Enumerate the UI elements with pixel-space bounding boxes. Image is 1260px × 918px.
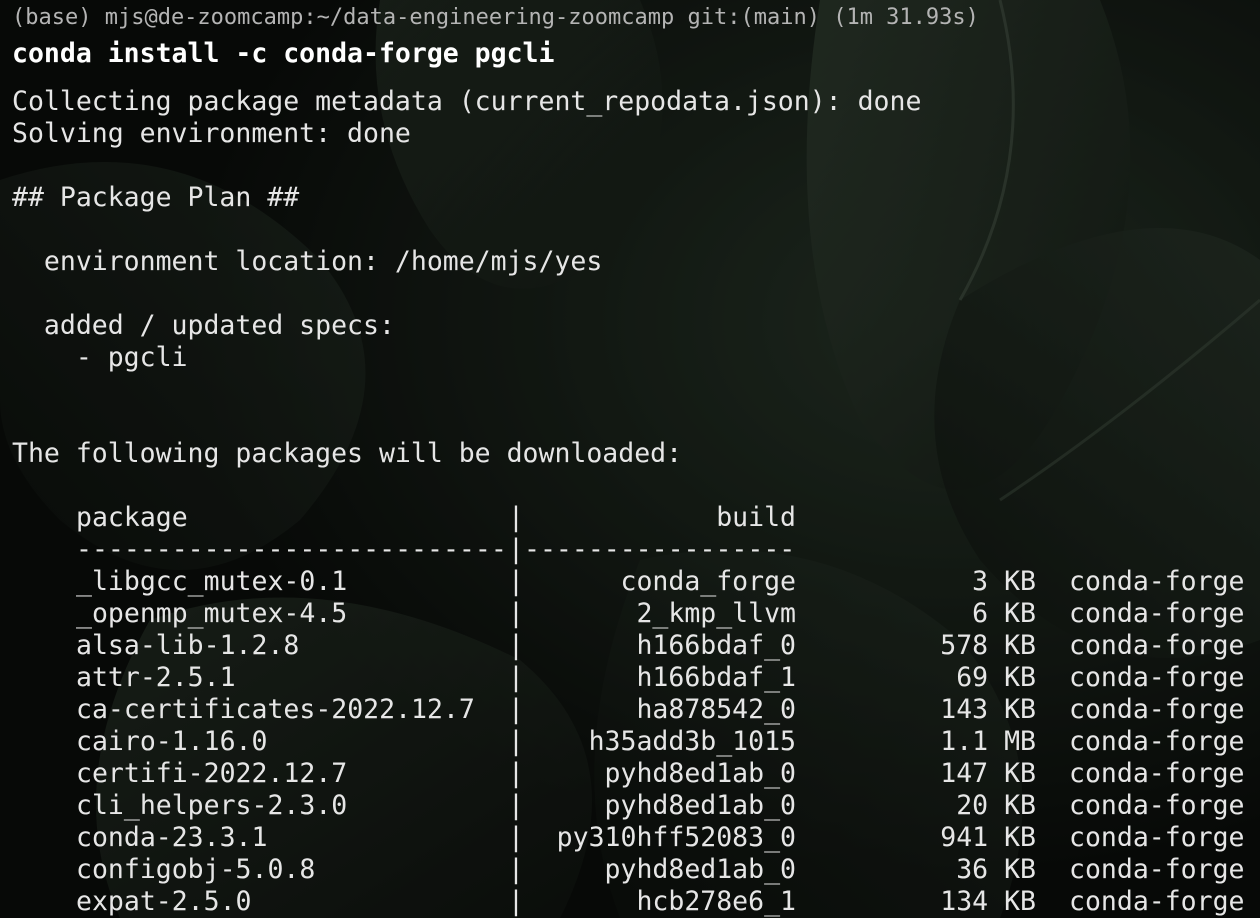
table-header-divider: | xyxy=(508,502,524,533)
column-divider: | xyxy=(508,854,524,885)
output-line: The following packages will be downloade… xyxy=(12,438,683,469)
package-build: py310hff52083_0 xyxy=(556,822,796,853)
table-separator-divider: | xyxy=(508,534,524,565)
package-build: ha878542_0 xyxy=(636,694,796,725)
package-name: cairo-1.16.0 xyxy=(76,726,268,757)
table-separator-build: ----------------- xyxy=(524,534,796,565)
package-build: pyhd8ed1ab_0 xyxy=(604,854,796,885)
package-name: alsa-lib-1.2.8 xyxy=(76,630,300,661)
package-size: 941 KB xyxy=(940,822,1036,853)
package-channel: conda-forge xyxy=(1069,854,1245,885)
package-size: 147 KB xyxy=(940,758,1036,789)
package-name: _openmp_mutex-4.5 xyxy=(76,598,348,629)
package-channel: conda-forge xyxy=(1069,822,1245,853)
command-line: conda install -c conda-forge pgcli xyxy=(12,38,555,69)
package-size: 3 KB xyxy=(972,566,1036,597)
table-separator-package: --------------------------- xyxy=(76,534,507,565)
package-build: h166bdaf_1 xyxy=(636,662,796,693)
column-divider: | xyxy=(508,662,524,693)
package-size: 134 KB xyxy=(940,886,1036,917)
package-build: 2_kmp_llvm xyxy=(636,598,796,629)
package-channel: conda-forge xyxy=(1069,790,1245,821)
column-divider: | xyxy=(508,630,524,661)
package-channel: conda-forge xyxy=(1069,598,1245,629)
package-channel: conda-forge xyxy=(1069,726,1245,757)
column-divider: | xyxy=(508,598,524,629)
column-divider: | xyxy=(508,566,524,597)
package-size: 578 KB xyxy=(940,630,1036,661)
package-channel: conda-forge xyxy=(1069,758,1245,789)
package-channel: conda-forge xyxy=(1069,886,1245,917)
output-line: Collecting package metadata (current_rep… xyxy=(12,86,922,117)
package-name: expat-2.5.0 xyxy=(76,886,252,917)
package-name: certifi-2022.12.7 xyxy=(76,758,348,789)
column-divider: | xyxy=(508,822,524,853)
table-header-build: build xyxy=(716,502,796,533)
package-name: attr-2.5.1 xyxy=(76,662,236,693)
package-build: conda_forge xyxy=(620,566,797,597)
package-build: hcb278e6_1 xyxy=(636,886,796,917)
column-divider: | xyxy=(508,886,524,917)
package-size: 20 KB xyxy=(956,790,1036,821)
package-channel: conda-forge xyxy=(1069,566,1245,597)
package-channel: conda-forge xyxy=(1069,694,1245,725)
output-line: - pgcli xyxy=(12,342,188,373)
output-line: added / updated specs: xyxy=(12,310,395,341)
package-name: conda-23.3.1 xyxy=(76,822,268,853)
column-divider: | xyxy=(508,726,524,757)
package-size: 36 KB xyxy=(956,854,1036,885)
package-build: pyhd8ed1ab_0 xyxy=(604,758,796,789)
output-line: environment location: /home/mjs/yes xyxy=(12,246,603,277)
package-build: h166bdaf_0 xyxy=(636,630,796,661)
package-size: 69 KB xyxy=(956,662,1036,693)
output-line: Solving environment: done xyxy=(12,118,411,149)
column-divider: | xyxy=(508,694,524,725)
package-size: 143 KB xyxy=(940,694,1036,725)
column-divider: | xyxy=(508,790,524,821)
package-size: 1.1 MB xyxy=(940,726,1036,757)
package-channel: conda-forge xyxy=(1069,630,1245,661)
package-build: pyhd8ed1ab_0 xyxy=(604,790,796,821)
shell-prompt: (base) mjs@de-zoomcamp:~/data-engineerin… xyxy=(12,5,979,30)
package-name: configobj-5.0.8 xyxy=(76,854,316,885)
package-name: cli_helpers-2.3.0 xyxy=(76,790,348,821)
package-name: _libgcc_mutex-0.1 xyxy=(76,566,348,597)
column-divider: | xyxy=(508,758,524,789)
table-header-package: package xyxy=(76,502,188,533)
package-size: 6 KB xyxy=(972,598,1036,629)
terminal-window[interactable]: (base) mjs@de-zoomcamp:~/data-engineerin… xyxy=(0,0,1260,918)
package-name: ca-certificates-2022.12.7 xyxy=(76,694,475,725)
package-channel: conda-forge xyxy=(1069,662,1245,693)
package-build: h35add3b_1015 xyxy=(588,726,796,757)
output-line: ## Package Plan ## xyxy=(12,182,300,213)
